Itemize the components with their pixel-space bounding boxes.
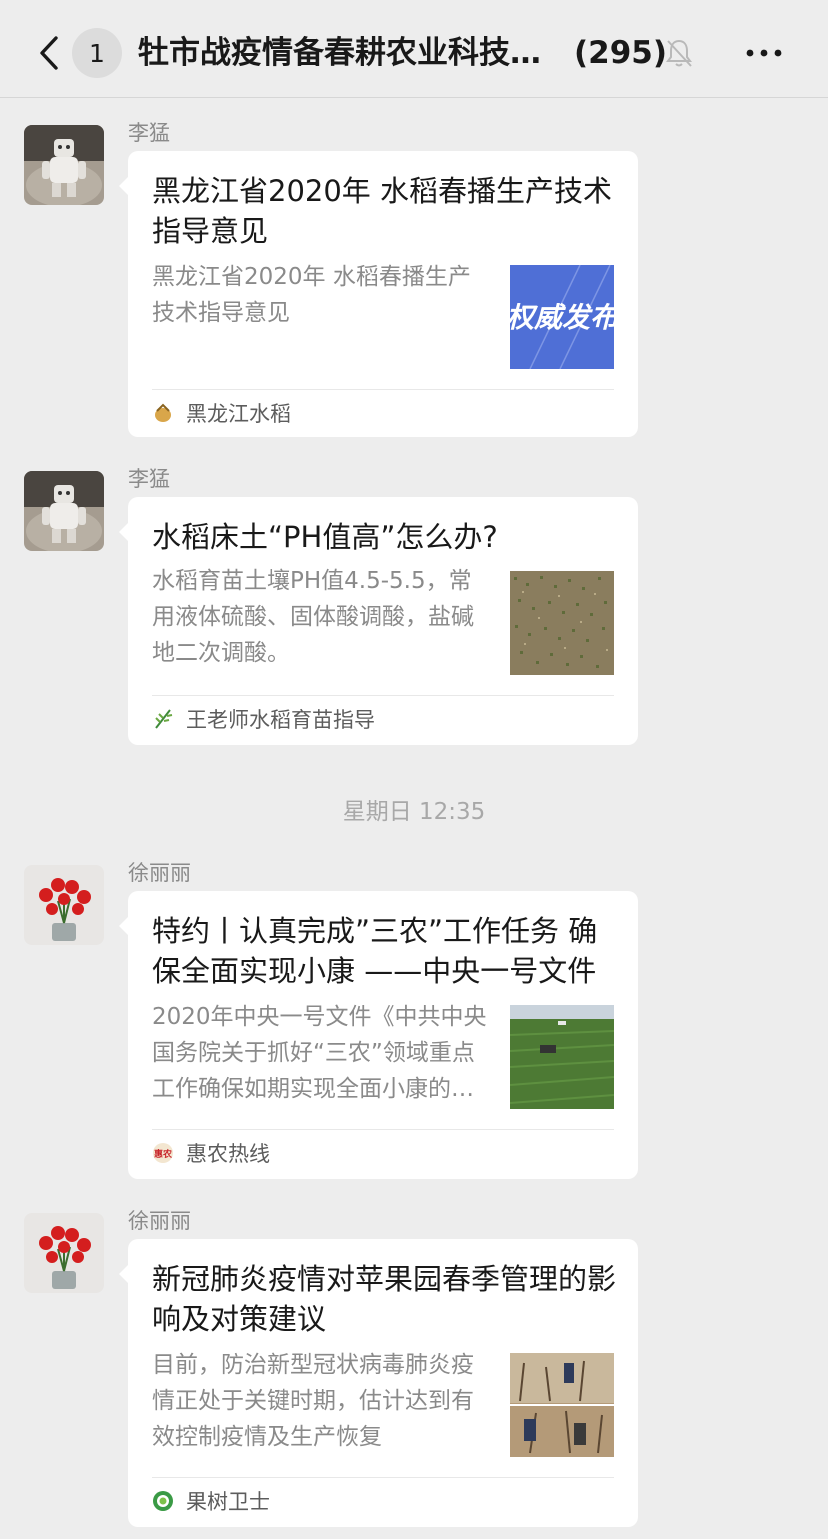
source-name: 果树卫士 <box>186 1490 270 1514</box>
article-thumbnail: 权威发布 <box>510 265 614 369</box>
source-name: 黑龙江水稻 <box>186 402 291 426</box>
article-card[interactable]: 黑龙江省2020年 水稻春播生产技术指导意见 黑龙江省2020年 水稻春播生产技… <box>119 151 638 437</box>
article-title: 黑龙江省2020年 水稻春播生产技术指导意见 <box>152 174 613 248</box>
chat-title: 牡市战疫情备春耕农业科技服务群 <box>138 35 570 71</box>
chevron-left-icon <box>40 36 58 70</box>
rice-bundle-icon <box>152 402 174 424</box>
divider <box>152 1477 614 1478</box>
article-source: 惠农 惠农热线 <box>152 1138 270 1168</box>
svg-text:惠农: 惠农 <box>154 1148 173 1160</box>
unread-count-badge[interactable]: 1 <box>72 28 122 78</box>
divider <box>152 1129 614 1130</box>
member-count: (295) <box>574 35 668 71</box>
thumbnail-caption: 权威发布 <box>510 301 614 334</box>
more-button[interactable] <box>744 40 784 66</box>
article-thumbnail <box>510 1353 614 1457</box>
more-dots-icon <box>746 49 782 57</box>
avatar[interactable] <box>24 1213 104 1293</box>
sender-name: 李猛 <box>128 121 170 145</box>
bell-slash-icon <box>664 37 694 69</box>
article-thumbnail <box>510 1005 614 1109</box>
article-title: 特约丨认真完成”三农”工作任务 确保全面实现小康 ——中央一号文件 <box>152 914 598 988</box>
article-title: 新冠肺炎疫情对苹果园春季管理的影响及对策建议 <box>152 1262 617 1336</box>
avatar[interactable] <box>24 865 104 945</box>
huinong-logo-icon: 惠农 <box>152 1142 174 1164</box>
sender-name: 李猛 <box>128 467 170 491</box>
rice-plant-icon <box>152 708 174 730</box>
divider <box>152 389 614 390</box>
sender-name: 徐丽丽 <box>128 861 191 885</box>
back-button[interactable] <box>36 34 66 72</box>
article-card[interactable]: 水稻床土“PH值高”怎么办? 水稻育苗土壤PH值4.5-5.5，常用液体硫酸、固… <box>119 497 638 745</box>
timestamp: 星期日 12:35 <box>342 799 486 825</box>
article-card[interactable]: 新冠肺炎疫情对苹果园春季管理的影响及对策建议 目前，防治新型冠状病毒肺炎疫情正处… <box>119 1239 638 1527</box>
chat-header: 1 牡市战疫情备春耕农业科技服务群 (295) <box>0 0 828 98</box>
avatar[interactable] <box>24 125 104 205</box>
article-thumbnail <box>510 571 614 675</box>
article-card[interactable]: 特约丨认真完成”三农”工作任务 确保全面实现小康 ——中央一号文件 2020年中… <box>119 891 638 1179</box>
article-title: 水稻床土“PH值高”怎么办? <box>152 520 498 554</box>
article-summary: 水稻育苗土壤PH值4.5-5.5，常用液体硫酸、固体酸调酸，盐碱地二次调酸。 <box>152 568 474 666</box>
sender-name: 徐丽丽 <box>128 1209 191 1233</box>
source-name: 王老师水稻育苗指导 <box>186 708 375 732</box>
divider <box>152 695 614 696</box>
article-source: 黑龙江水稻 <box>152 398 291 428</box>
source-name: 惠农热线 <box>186 1142 270 1166</box>
fruit-tree-logo-icon <box>152 1490 174 1512</box>
article-summary: 黑龙江省2020年 水稻春播生产技术指导意见 <box>152 264 471 326</box>
article-source: 果树卫士 <box>152 1486 270 1516</box>
article-summary: 目前，防治新型冠状病毒肺炎疫情正处于关键时期，估计达到有效控制疫情及生产恢复 <box>152 1352 474 1450</box>
article-summary: 2020年中央一号文件《中共中央 国务院关于抓好“三农”领域重点工作确保如期实现… <box>152 1004 487 1102</box>
avatar[interactable] <box>24 471 104 551</box>
article-source: 王老师水稻育苗指导 <box>152 704 375 734</box>
